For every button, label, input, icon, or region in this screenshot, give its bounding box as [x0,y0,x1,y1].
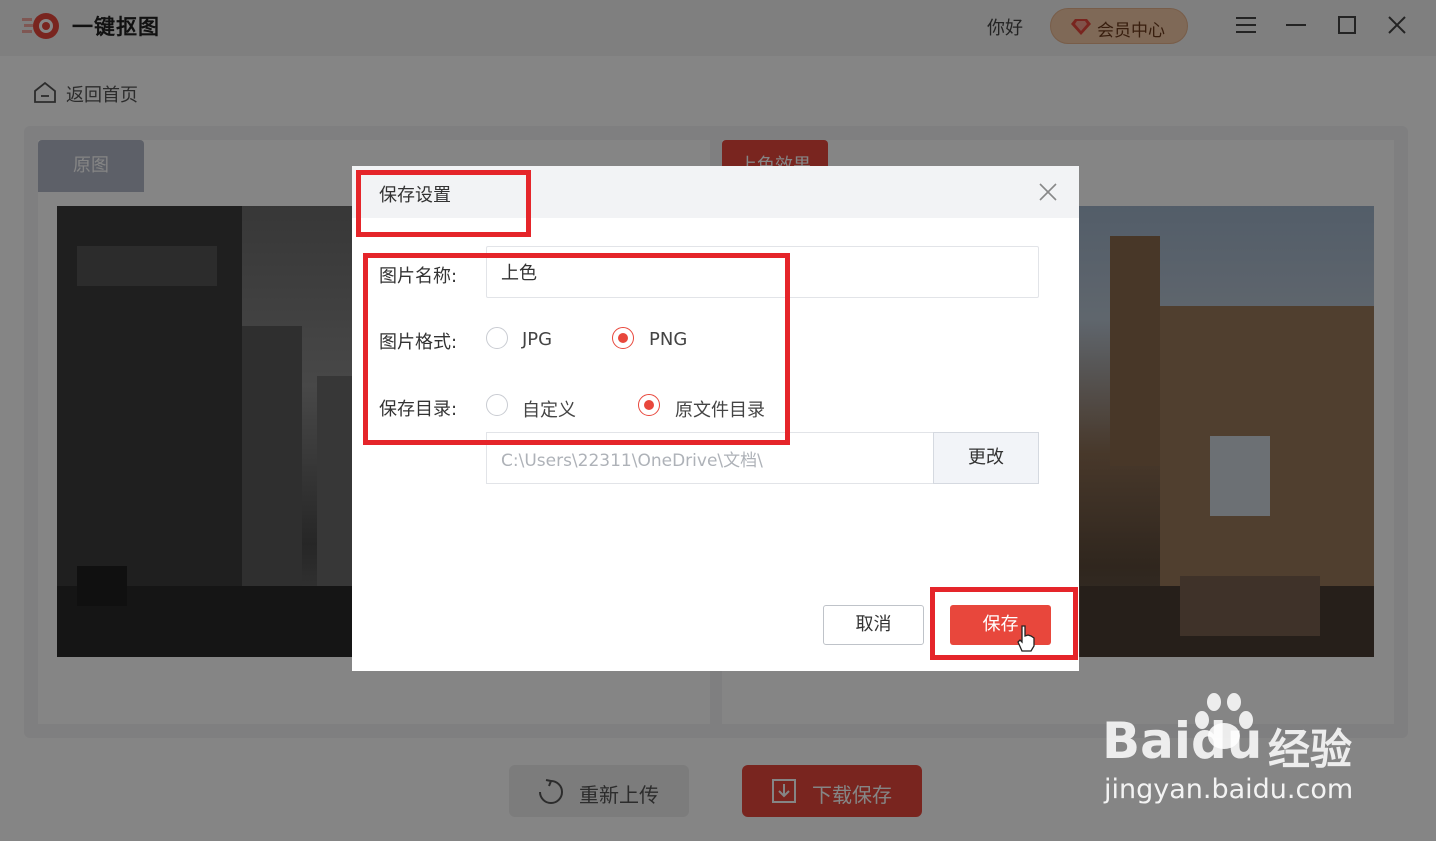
baidu-jingyan-watermark: Baidu 经验 jingyan.baidu.com [1100,688,1370,808]
watermark-logo: Baidu [1102,712,1263,770]
highlight-form-fields [363,253,790,445]
highlight-dialog-title [356,170,531,237]
watermark-url: jingyan.baidu.com [1104,774,1354,805]
cancel-button[interactable]: 取消 [823,605,924,645]
change-path-button[interactable]: 更改 [933,432,1039,484]
dialog-close-icon[interactable] [1037,181,1059,203]
watermark-logo-cn: 经验 [1268,725,1353,774]
highlight-save-button [930,587,1078,660]
